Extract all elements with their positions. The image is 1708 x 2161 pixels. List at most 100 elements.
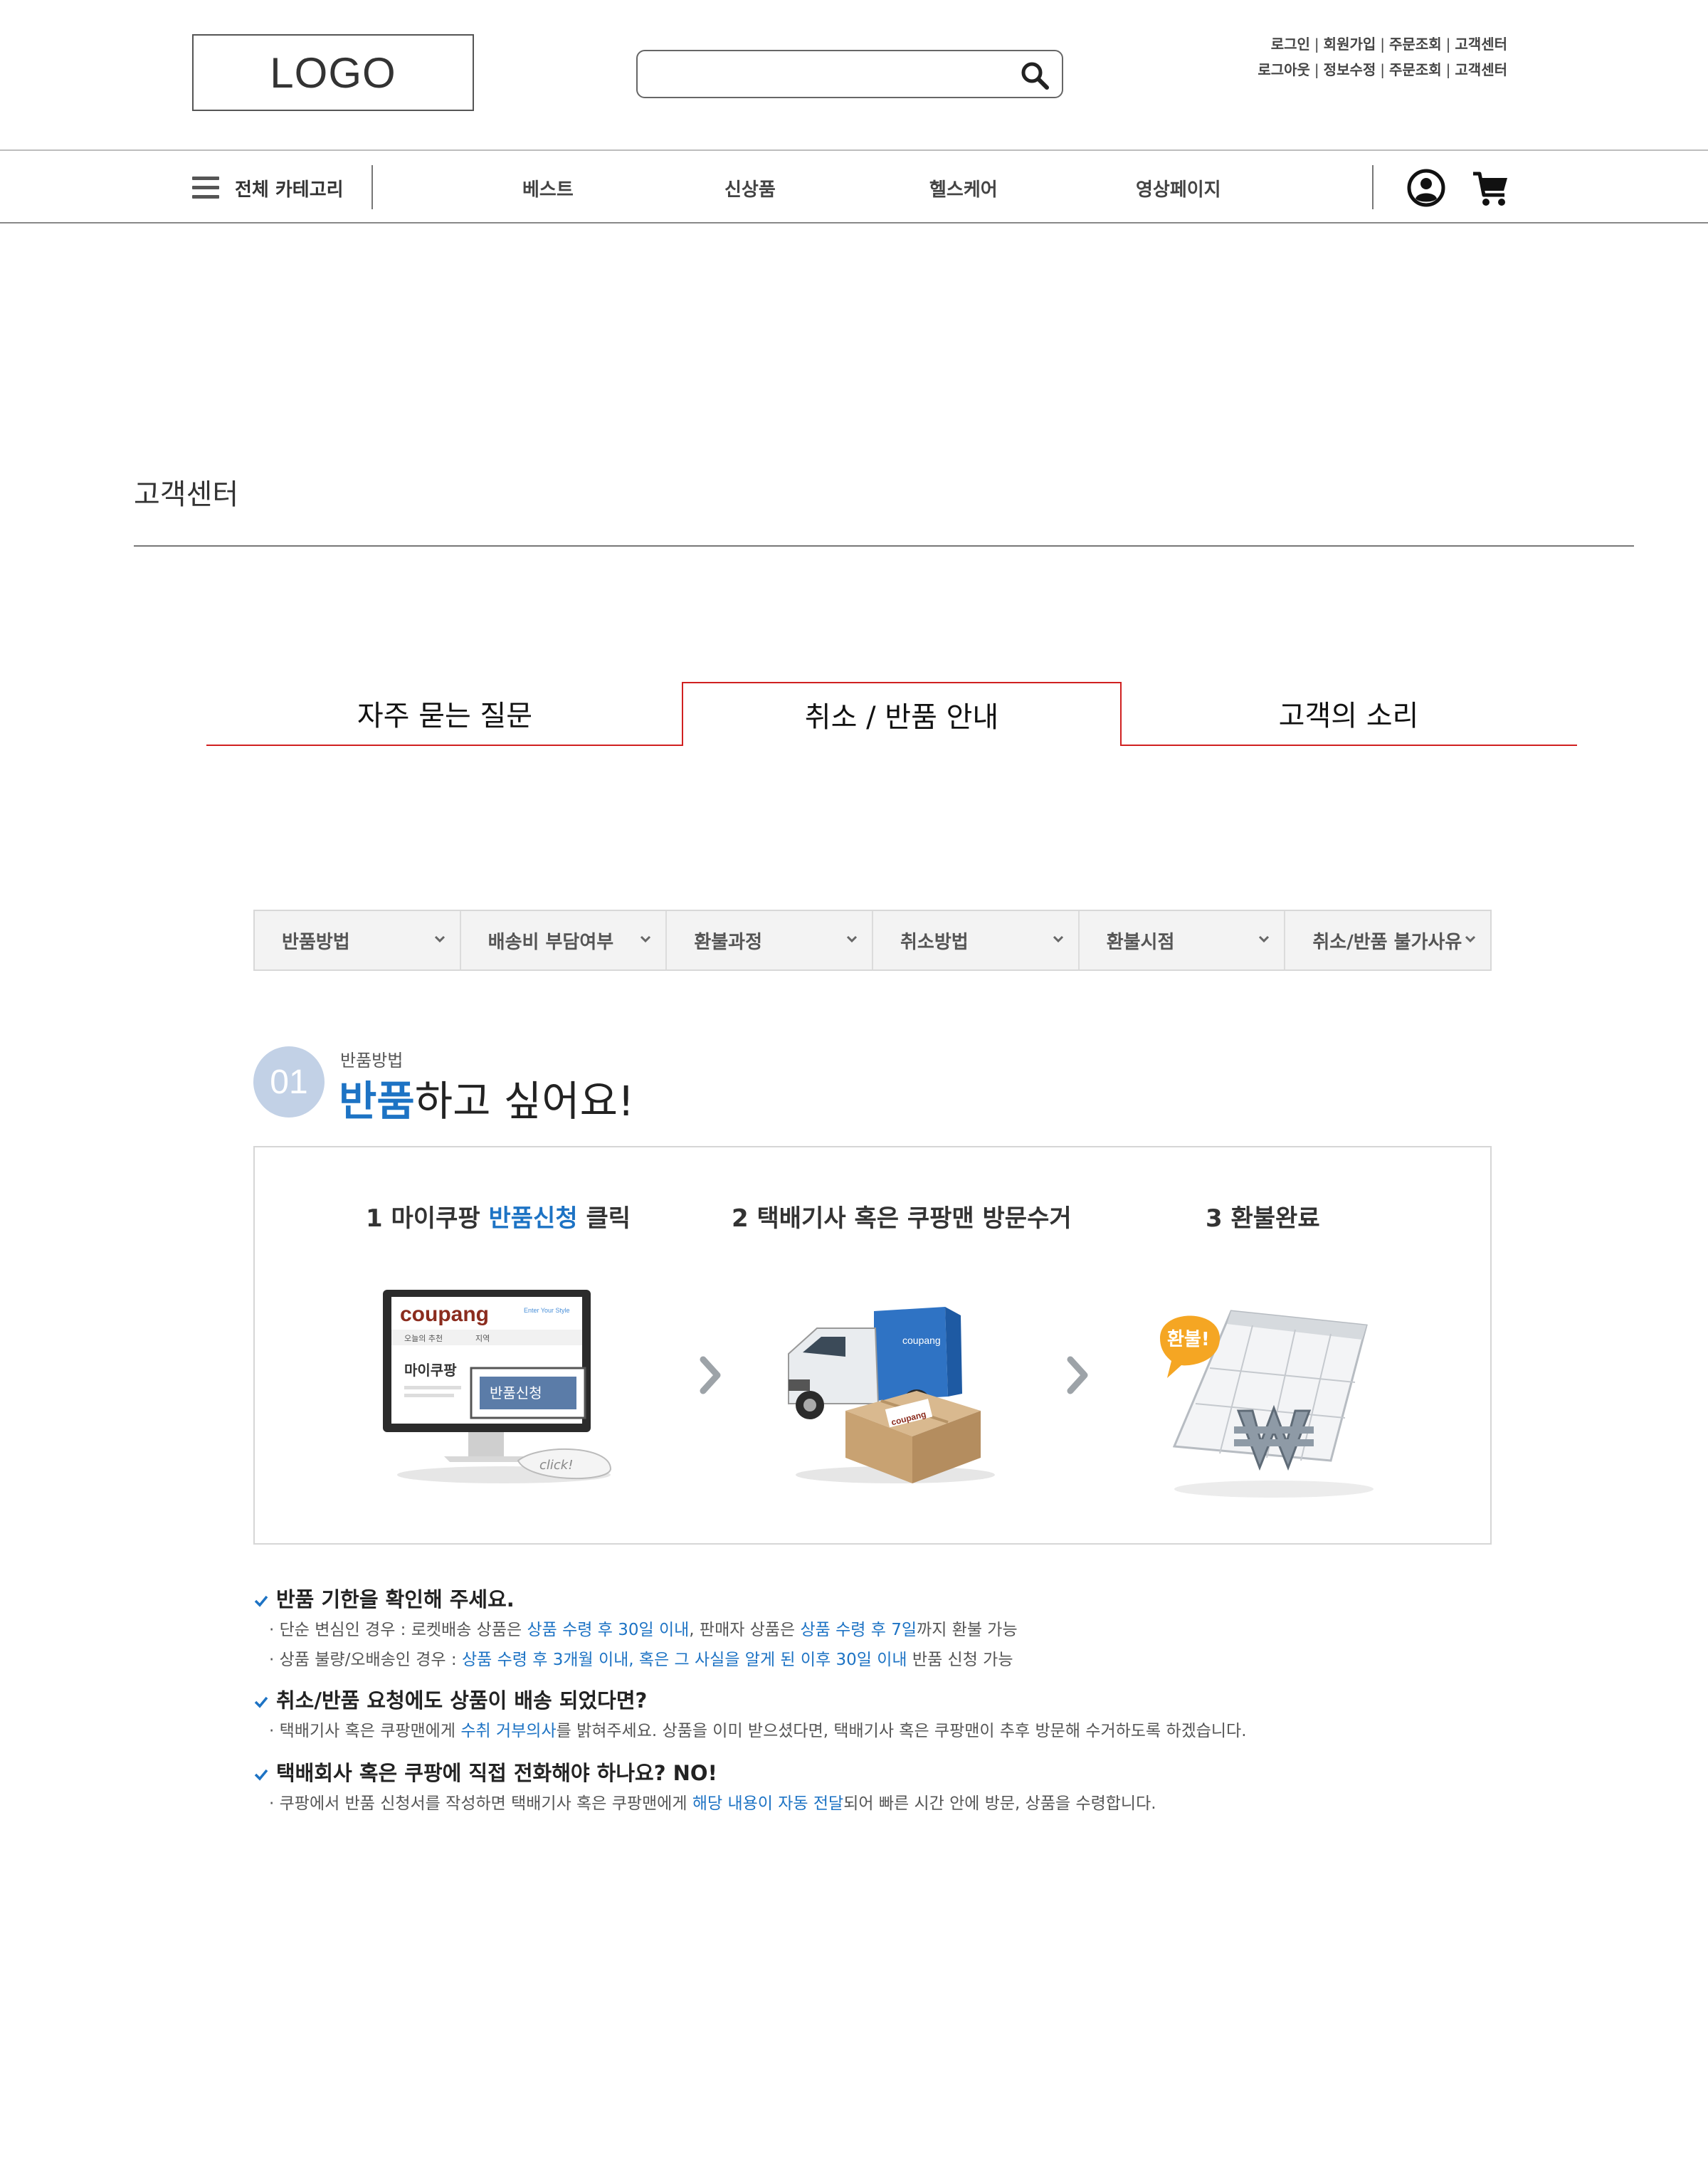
dropdown-label: 환불시점 [1106,931,1175,953]
note-highlight: 상품 수령 후 7일 [800,1621,917,1639]
note-line: · 쿠팡에서 반품 신청서를 작성하면 택배기사 혹은 쿠팡맨에게 해당 내용이… [269,1789,1156,1814]
search-bar[interactable] [636,50,1063,98]
note-heading-no-call: 택배회사 혹은 쿠팡에 직접 전화해야 하나요? NO! [253,1757,717,1787]
dropdown-refund-process[interactable]: 환불과정 [667,911,874,969]
return-process-box: 1 마이쿠팡 반품신청 클릭 2 택배기사 혹은 쿠팡맨 방문수거 3 환불완료… [253,1146,1492,1545]
refund-illustration: 환불! [1160,1310,1374,1498]
note-heading-text: 취소/반품 요청에도 상품이 배송 되었다면? [276,1688,648,1713]
dropdown-label: 취소/반품 불가사유 [1312,931,1462,953]
monitor-section-label: 마이쿠팡 [404,1362,457,1379]
coupang-brand-text: coupang [400,1303,489,1326]
logo[interactable]: LOGO [192,34,474,111]
note-text: · 상품 불량/오배송인 경우 : [269,1651,462,1669]
note-heading-deadline: 반품 기한을 확인해 주세요. [253,1583,515,1613]
note-text: 반품 신청 가능 [907,1651,1013,1669]
nav-divider-right [1372,165,1374,209]
monitor-tab-2: 지역 [475,1334,490,1343]
chevron-down-icon [1259,935,1270,943]
note-text: 를 밝혀주세요. 상품을 이미 받으셨다면, 택배기사 혹은 쿠팡맨이 추후 방… [556,1722,1247,1740]
user-icon[interactable] [1406,168,1446,208]
dropdown-label: 배송비 부담여부 [487,931,614,953]
dropdown-shipping-fee[interactable]: 배송비 부담여부 [461,911,668,969]
dropdown-unavailable-reasons[interactable]: 취소/반품 불가사유 [1285,911,1490,969]
note-highlight: 상품 수령 후 3개월 이내, 혹은 그 사실을 알게 된 이후 30일 이내 [461,1651,907,1669]
link-order-lookup[interactable]: 주문조회 [1389,36,1442,53]
chevron-down-icon [1053,935,1063,943]
dropdown-return-method[interactable]: 반품방법 [255,911,461,969]
link-customer-center[interactable]: 고객센터 [1455,36,1507,53]
nav-item-healthcare[interactable]: 헬스케어 [929,175,998,201]
dropdown-label: 환불과정 [694,931,763,953]
step-1-label: 1 마이쿠팡 반품신청 클릭 [366,1199,631,1234]
note-highlight: 상품 수령 후 30일 이내 [527,1621,690,1639]
link-login[interactable]: 로그인 [1271,36,1310,53]
truck-brand-text: coupang [902,1335,941,1346]
nav-divider [371,165,373,209]
top-links-row2: 로그아웃 | 정보수정 | 주문조회 | 고객센터 [1258,61,1507,78]
cart-icon[interactable] [1472,169,1510,208]
tab-faq[interactable]: 자주 묻는 질문 [206,682,683,746]
chevron-down-icon [846,935,858,943]
section-title-highlight: 반품 [339,1077,415,1125]
tab-cancel-return[interactable]: 취소 / 반품 안내 [682,682,1122,746]
note-highlight: 수취 거부의사 [460,1722,557,1740]
nav-bottom-border [0,222,1708,224]
search-icon[interactable] [1019,60,1050,91]
coupang-tagline: Enter Your Style [524,1307,570,1314]
dropdown-cancel-method[interactable]: 취소방법 [873,911,1080,969]
all-category-label: 전체 카테고리 [235,179,344,201]
link-logout[interactable]: 로그아웃 [1258,61,1310,78]
refund-bubble-text: 환불! [1167,1329,1210,1350]
tab-customer-voice[interactable]: 고객의 소리 [1120,682,1577,746]
monitor-tab-1: 오늘의 추천 [404,1333,443,1343]
note-line: · 택배기사 혹은 쿠팡맨에게 수취 거부의사를 밝혀주세요. 상품을 이미 받… [269,1717,1247,1741]
nav-item-best[interactable]: 베스트 [522,175,574,201]
link-order-lookup-2[interactable]: 주문조회 [1389,61,1442,78]
chevron-right-icon [700,1356,721,1394]
step-1-highlight: 반품신청 [488,1204,578,1233]
step-1-post: 클릭 [586,1204,631,1233]
step-1-pre: 마이쿠팡 [391,1204,480,1233]
nav-item-video[interactable]: 영상페이지 [1136,175,1221,201]
note-heading-text: 반품 기한을 확인해 주세요. [276,1587,515,1611]
chevron-right-icon [1067,1356,1088,1394]
chevron-down-icon [434,935,445,943]
step-3-label: 3 환불완료 [1206,1204,1320,1233]
step-1-number: 1 [366,1204,383,1233]
dropdown-label: 반품방법 [282,931,350,953]
top-links-row1: 로그인 | 회원가입 | 주문조회 | 고객센터 [1270,36,1507,53]
search-input[interactable] [649,58,1005,90]
nav-top-border [0,149,1708,151]
monitor-illustration: coupang Enter Your Style 오늘의 추천 지역 마이쿠팡 … [383,1290,612,1483]
section-number-badge: 01 [253,1046,325,1118]
note-text: · 쿠팡에서 반품 신청서를 작성하면 택배기사 혹은 쿠팡맨에게 [269,1794,692,1813]
note-line: · 상품 불량/오배송인 경우 : 상품 수령 후 3개월 이내, 혹은 그 사… [269,1646,1013,1670]
section-title-rest: 하고 싶어요! [414,1077,635,1125]
nav-item-new[interactable]: 신상품 [724,175,776,201]
note-text: · 택배기사 혹은 쿠팡맨에게 [269,1722,461,1740]
dropdown-refund-timing[interactable]: 환불시점 [1080,911,1286,969]
topic-dropdown-bar: 반품방법 배송비 부담여부 환불과정 취소방법 환불시점 취소/반품 불가사유 [253,910,1492,971]
check-icon [254,1769,268,1781]
link-customer-center-2[interactable]: 고객센터 [1455,61,1507,78]
return-request-button-illustration: 반품신청 [490,1384,542,1402]
note-text: 되어 빠른 시간 안에 방문, 상품을 수령합니다. [843,1794,1156,1813]
all-category-button[interactable]: 전체 카테고리 [192,168,344,208]
section-title: 반품하고 싶어요! [339,1068,634,1127]
note-text: , 판매자 상품은 [689,1621,801,1639]
note-text: 까지 환불 가능 [917,1621,1018,1639]
title-divider [134,545,1634,547]
truck-illustration: coupang coupang [788,1307,995,1483]
note-heading-text: 택배회사 혹은 쿠팡에 직접 전화해야 하나요? NO! [276,1761,717,1785]
note-text: · 단순 변심인 경우 : 로켓배송 상품은 [269,1621,527,1639]
link-edit-info[interactable]: 정보수정 [1324,61,1376,78]
note-heading-delivered: 취소/반품 요청에도 상품이 배송 되었다면? [253,1684,647,1714]
chevron-down-icon [640,935,651,943]
click-text: click! [539,1458,573,1473]
note-line: · 단순 변심인 경우 : 로켓배송 상품은 상품 수령 후 30일 이내, 판… [269,1616,1018,1640]
chevron-down-icon [1465,935,1476,943]
check-icon [254,1595,268,1607]
link-signup[interactable]: 회원가입 [1324,36,1376,53]
check-icon [254,1696,268,1708]
step-2-label: 2 택배기사 혹은 쿠팡맨 방문수거 [732,1204,1072,1233]
